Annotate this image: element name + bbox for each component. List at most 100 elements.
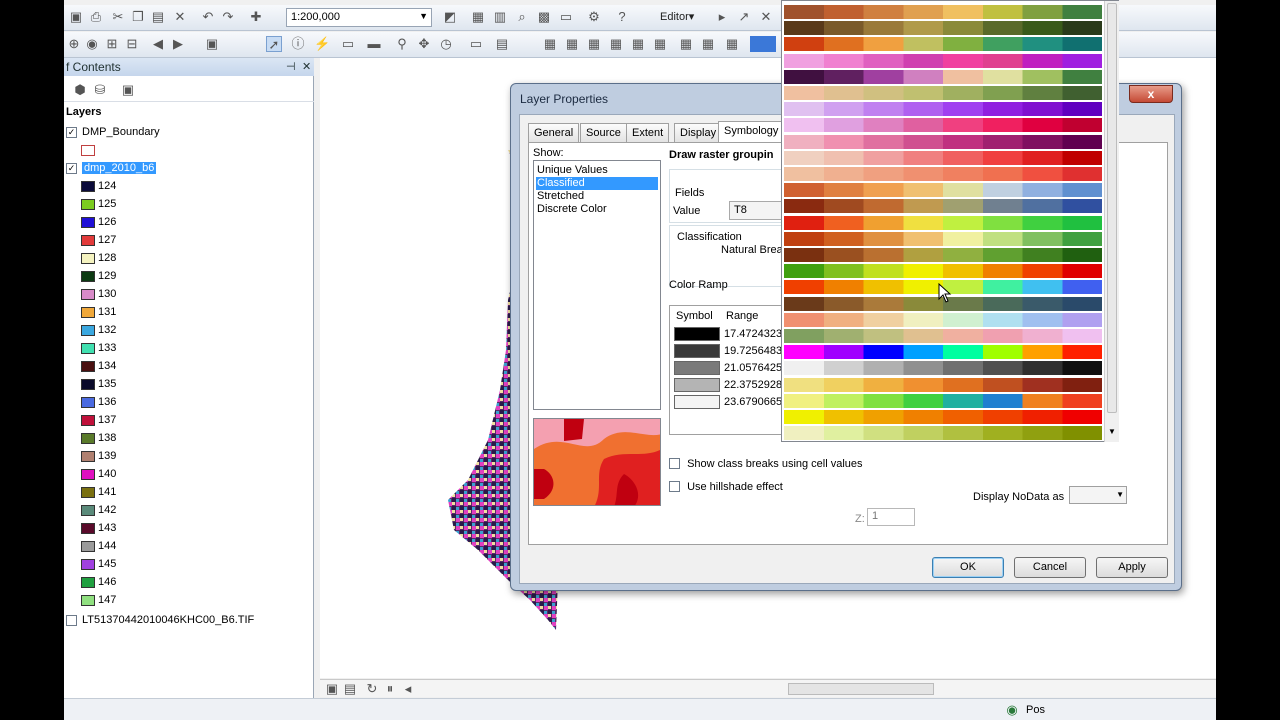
color-ramp-dropdown[interactable]: ▼ <box>781 0 1119 442</box>
color-ramp-option[interactable] <box>784 37 1102 52</box>
show-breaks-option[interactable]: Show class breaks using cell values <box>669 456 863 470</box>
select-elements-icon[interactable]: ➚ <box>266 36 282 52</box>
grid-tool-icon[interactable]: ▦ <box>652 36 668 52</box>
color-ramp-option[interactable] <box>784 361 1102 376</box>
color-ramp-option[interactable] <box>784 329 1102 343</box>
color-ramp-option[interactable] <box>784 53 1102 68</box>
sketch-tool-icon[interactable]: ↗ <box>736 9 752 25</box>
find-icon[interactable]: ⚲ <box>394 36 410 52</box>
color-ramp-option[interactable] <box>784 69 1102 84</box>
legend-class-row[interactable]: 126 <box>64 214 304 232</box>
list-by-drawing-order-icon[interactable]: ⬢ <box>72 82 88 98</box>
class-color-swatch[interactable] <box>81 505 95 516</box>
color-ramp-option[interactable] <box>784 199 1102 214</box>
grid-tool-icon[interactable]: ▦ <box>678 36 694 52</box>
color-ramp-option[interactable] <box>784 134 1102 149</box>
class-color-swatch[interactable] <box>81 541 95 552</box>
grid-tool-icon[interactable]: ▦ <box>700 36 716 52</box>
color-ramp-option[interactable] <box>784 150 1102 165</box>
add-data-icon[interactable]: ✚ <box>248 9 264 25</box>
color-ramp-option[interactable] <box>784 21 1102 36</box>
grid-tool-icon[interactable]: ▦ <box>564 36 580 52</box>
legend-class-row[interactable]: 129 <box>64 268 304 286</box>
nodata-color-picker[interactable]: ▼ <box>1069 486 1127 504</box>
toc-window-icon[interactable]: ▦ <box>470 9 486 25</box>
legend-class-row[interactable]: 144 <box>64 538 304 556</box>
layer-visibility-checkbox[interactable]: ✓ <box>66 163 77 174</box>
pin-icon[interactable]: ⊣ <box>286 60 296 73</box>
edit-tool-icon[interactable]: ▸ <box>714 9 730 25</box>
legend-class-row[interactable]: 134 <box>64 358 304 376</box>
layout-view-icon[interactable]: ▤ <box>342 681 358 697</box>
zoom-in-icon[interactable]: ⊕ <box>66 36 82 52</box>
legend-class-row[interactable]: 124 <box>64 178 304 196</box>
python-icon[interactable]: ▭ <box>558 9 574 25</box>
ramp-scrollbar[interactable]: ▼ <box>1104 1 1119 442</box>
color-ramp-option[interactable] <box>784 215 1102 230</box>
grid-tool-icon[interactable]: ▦ <box>724 36 740 52</box>
legend-class-row[interactable]: 147 <box>64 592 304 610</box>
model-builder-icon[interactable]: ⚙ <box>586 9 602 25</box>
renderer-stretched[interactable]: Stretched <box>536 190 658 203</box>
color-ramp-option[interactable] <box>784 183 1102 198</box>
color-picker-icon[interactable] <box>750 36 776 52</box>
class-color-swatch[interactable] <box>81 307 95 318</box>
boundary-symbol-swatch[interactable] <box>81 145 95 156</box>
forward-extent-icon[interactable]: ▶ <box>170 36 186 52</box>
options-icon[interactable]: ▣ <box>120 82 136 98</box>
class-color-swatch[interactable] <box>81 415 95 426</box>
legend-class-row[interactable]: 132 <box>64 322 304 340</box>
class-color-swatch[interactable] <box>81 253 95 264</box>
color-ramp-option[interactable] <box>784 167 1102 181</box>
toc-layer-raster[interactable]: ✓ dmp_2010_b6 <box>64 160 304 178</box>
ok-button[interactable]: OK <box>932 557 1004 578</box>
color-ramp-option[interactable] <box>784 264 1102 279</box>
legend-class-row[interactable]: 140 <box>64 466 304 484</box>
z-factor-input[interactable]: 1 <box>867 508 915 526</box>
legend-class-row[interactable]: 127 <box>64 232 304 250</box>
class-symbol-swatch[interactable] <box>674 378 720 392</box>
color-ramp-option[interactable] <box>784 426 1102 441</box>
apply-button[interactable]: Apply <box>1096 557 1168 578</box>
copy-icon[interactable]: ❐ <box>130 9 146 25</box>
class-color-swatch[interactable] <box>81 181 95 192</box>
legend-class-row[interactable]: 135 <box>64 376 304 394</box>
class-color-swatch[interactable] <box>81 235 95 246</box>
legend-class-row[interactable]: 146 <box>64 574 304 592</box>
tab-symbology[interactable]: Symbology <box>718 121 785 143</box>
paste-icon[interactable]: ▤ <box>150 9 166 25</box>
print-icon[interactable]: ⎙ <box>88 9 104 25</box>
cut-icon[interactable]: ✂ <box>110 9 126 25</box>
tab-display[interactable]: Display <box>674 123 723 142</box>
toc-layer-boundary[interactable]: ✓ DMP_Boundary <box>64 124 304 142</box>
class-color-swatch[interactable] <box>81 271 95 282</box>
list-by-source-icon[interactable]: ⛁ <box>92 82 108 98</box>
class-color-swatch[interactable] <box>81 397 95 408</box>
select-features-icon[interactable]: ▣ <box>204 36 220 52</box>
viewer-icon[interactable]: ▭ <box>468 36 484 52</box>
color-ramp-option[interactable] <box>784 5 1102 19</box>
renderer-unique-values[interactable]: Unique Values <box>536 164 658 177</box>
color-ramp-option[interactable] <box>784 345 1102 360</box>
toc-layer-tif[interactable]: LT51370442010046KHC00_B6.TIF <box>64 612 304 630</box>
pause-drawing-icon[interactable]: ⏸ <box>382 681 398 697</box>
class-color-swatch[interactable] <box>81 595 95 606</box>
full-extent-icon[interactable]: ◉ <box>84 36 100 52</box>
class-color-swatch[interactable] <box>81 325 95 336</box>
scale-combobox[interactable]: 1:200,000 ▼ <box>286 8 432 27</box>
legend-class-row[interactable]: 141 <box>64 484 304 502</box>
legend-class-row[interactable]: 136 <box>64 394 304 412</box>
class-color-swatch[interactable] <box>81 289 95 300</box>
catalog-icon[interactable]: ▥ <box>492 9 508 25</box>
tab-source[interactable]: Source <box>580 123 627 142</box>
legend-class-row[interactable]: 138 <box>64 430 304 448</box>
editor-menu[interactable]: Editor▾ <box>660 10 694 23</box>
grid-tool-icon[interactable]: ▦ <box>630 36 646 52</box>
color-ramp-option[interactable] <box>784 410 1102 424</box>
legend-class-row[interactable]: 142 <box>64 502 304 520</box>
refresh-icon[interactable]: ↻ <box>364 681 380 697</box>
class-symbol-swatch[interactable] <box>674 327 720 341</box>
show-breaks-checkbox[interactable] <box>669 458 680 469</box>
color-ramp-option[interactable] <box>784 102 1102 117</box>
class-color-swatch[interactable] <box>81 577 95 588</box>
